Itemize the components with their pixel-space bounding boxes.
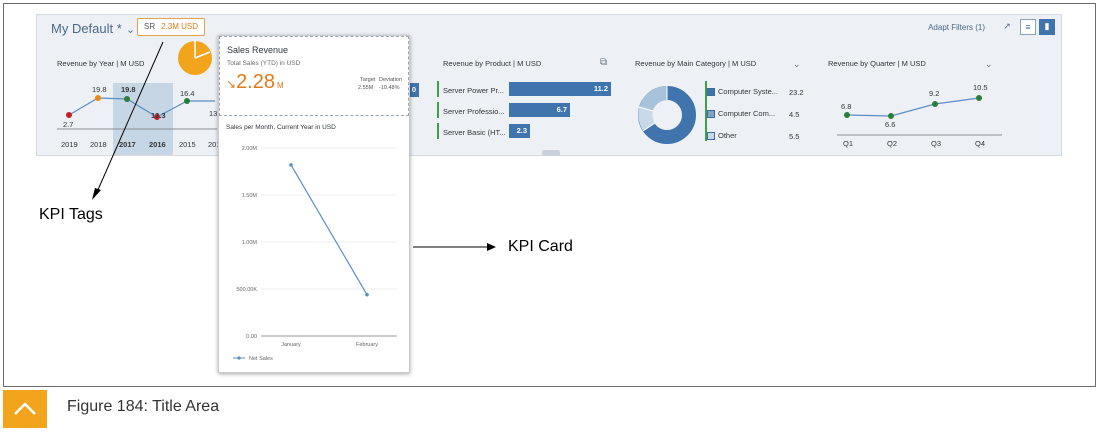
category-name: Other (718, 131, 737, 140)
quarter-card-title: Revenue by Quarter | M USD (828, 59, 926, 68)
category-value: 4.5 (789, 110, 800, 119)
product-card-title: Revenue by Product | M USD (443, 59, 542, 68)
y-tick-label: 1.00M (242, 240, 258, 246)
year-value-label: 19.8 (121, 85, 136, 94)
figure-caption: Figure 184: Title Area (67, 398, 220, 415)
figure-caption-bar: Figure 184: Title Area (3, 386, 1096, 428)
category-name: Computer Com... (718, 109, 776, 118)
kpi-card-value: ↘2.28 M (226, 71, 284, 94)
product-bar: 2.3 (509, 124, 530, 138)
product-bar-partial: 0 (409, 83, 419, 97)
data-point (365, 292, 369, 297)
product-name: Server Power Pr... (443, 86, 504, 95)
quarter-point[interactable] (976, 95, 982, 101)
year-value-label: 13.3 (151, 111, 166, 120)
y-tick-label: 1.50M (242, 193, 258, 199)
quarter-tick: Q3 (931, 139, 942, 148)
quarter-tick: Q4 (975, 139, 986, 148)
visual-filter-chart-icon[interactable]: ▮ (1039, 19, 1055, 35)
category-value: 5.5 (789, 132, 800, 141)
visual-filter-list-icon[interactable]: ≡ (1020, 19, 1036, 35)
category-legend-item[interactable]: Computer Com... (707, 109, 776, 119)
category-value: 23.2 (789, 88, 804, 97)
category-legend-item[interactable]: Other (707, 131, 737, 141)
legend-label: Net Sales (249, 356, 273, 362)
scroll-handle[interactable] (542, 150, 560, 156)
legend-marker (237, 356, 241, 360)
adapt-filters-button[interactable]: Adapt Filters (1) (928, 23, 985, 32)
product-bar-row[interactable]: Server Professio... 6.7 (437, 102, 612, 122)
kpi-card-title: Sales Revenue (227, 45, 289, 55)
deviation-label: Deviation (379, 77, 402, 83)
kpi-line-chart: 2.00M 1.50M 1.00M 500.00K 0.00 January Februar… (233, 146, 397, 362)
kpi-chart-title: Sales per Month, Current Year in USD (226, 124, 336, 131)
year-value-label: 16.4 (180, 89, 195, 98)
year-value-label: 2.7 (63, 120, 74, 129)
kpi-pie-icon[interactable] (175, 38, 215, 78)
x-tick-label: January (281, 342, 301, 348)
legend-swatch (707, 132, 715, 141)
product-bar: 11.2 (509, 82, 611, 96)
year-tick: 2018 (90, 140, 107, 149)
kpi-card-subtitle: Total Sales (YTD) in USD (227, 60, 301, 67)
quarter-point[interactable] (932, 101, 938, 107)
year-value-label: 13 (209, 109, 218, 118)
quarter-value-label: 6.6 (885, 120, 896, 129)
category-legend-item[interactable]: Computer Syste... (707, 87, 779, 97)
product-name: Server Basic (HT... (443, 128, 506, 137)
chevron-up-icon (14, 402, 36, 415)
y-tick-label: 0.00 (246, 334, 257, 340)
product-bar-row[interactable]: Server Basic (HT... 2.3 (437, 123, 612, 143)
year-tick: 2016 (149, 140, 166, 149)
target-label: Target (360, 77, 376, 83)
category-card-title: Revenue by Main Category | M USD (635, 59, 757, 68)
kpi-card: Sales Revenue Total Sales (YTD) in USD ↘… (218, 35, 410, 373)
year-tick: 2019 (61, 140, 78, 149)
y-tick-label: 500.00K (237, 287, 258, 293)
quarter-point[interactable] (844, 112, 850, 118)
collapse-button[interactable] (3, 390, 47, 428)
legend-swatch (707, 110, 715, 119)
kpi-main-value: 2.28 (236, 71, 275, 93)
year-point[interactable] (66, 112, 72, 118)
kpi-card-header[interactable]: Sales Revenue Total Sales (YTD) in USD ↘… (219, 36, 409, 116)
quarter-point[interactable] (888, 113, 894, 119)
year-point[interactable] (184, 98, 190, 104)
product-name: Server Professio... (443, 107, 505, 116)
quarter-tick: Q2 (887, 139, 898, 148)
trend-down-icon: ↘ (226, 77, 237, 91)
product-bar-row[interactable]: Server Power Pr... 11.2 (437, 81, 612, 101)
quarter-value-label: 9.2 (929, 89, 940, 98)
quarter-tick: Q1 (843, 139, 854, 148)
analytical-list-page: My Default * ⌄ SR 2.3M USD Adapt Filters (… (36, 14, 1062, 156)
legend-swatch (707, 88, 715, 97)
year-point[interactable] (95, 95, 101, 101)
category-name: Computer Syste... (718, 87, 779, 96)
year-value-label: 19.8 (92, 85, 107, 94)
year-tick: 2017 (119, 140, 136, 149)
x-tick-label: February (356, 342, 378, 348)
expand-icon[interactable]: ⧉ (600, 57, 607, 68)
kpi-card-annotation: KPI Card (508, 238, 573, 255)
kpi-unit: M (277, 81, 284, 90)
year-tick: 2015 (179, 140, 196, 149)
quarter-value-label: 6.8 (841, 102, 852, 111)
kpi-tags-annotation: KPI Tags (39, 206, 103, 223)
product-bar: 6.7 (509, 103, 570, 117)
chevron-down-icon[interactable]: ⌄ (793, 59, 801, 70)
data-point (289, 163, 293, 167)
chevron-down-icon[interactable]: ⌄ (985, 59, 993, 70)
share-icon[interactable]: ↗ (999, 19, 1015, 35)
series-line (290, 164, 368, 295)
category-donut-chart[interactable] (637, 80, 697, 150)
deviation-value: -10.48% (379, 85, 400, 91)
y-tick-label: 2.00M (242, 146, 258, 152)
target-value: 2.55M (358, 85, 374, 91)
quarter-value-label: 10.5 (973, 83, 988, 92)
year-point[interactable] (124, 96, 130, 102)
